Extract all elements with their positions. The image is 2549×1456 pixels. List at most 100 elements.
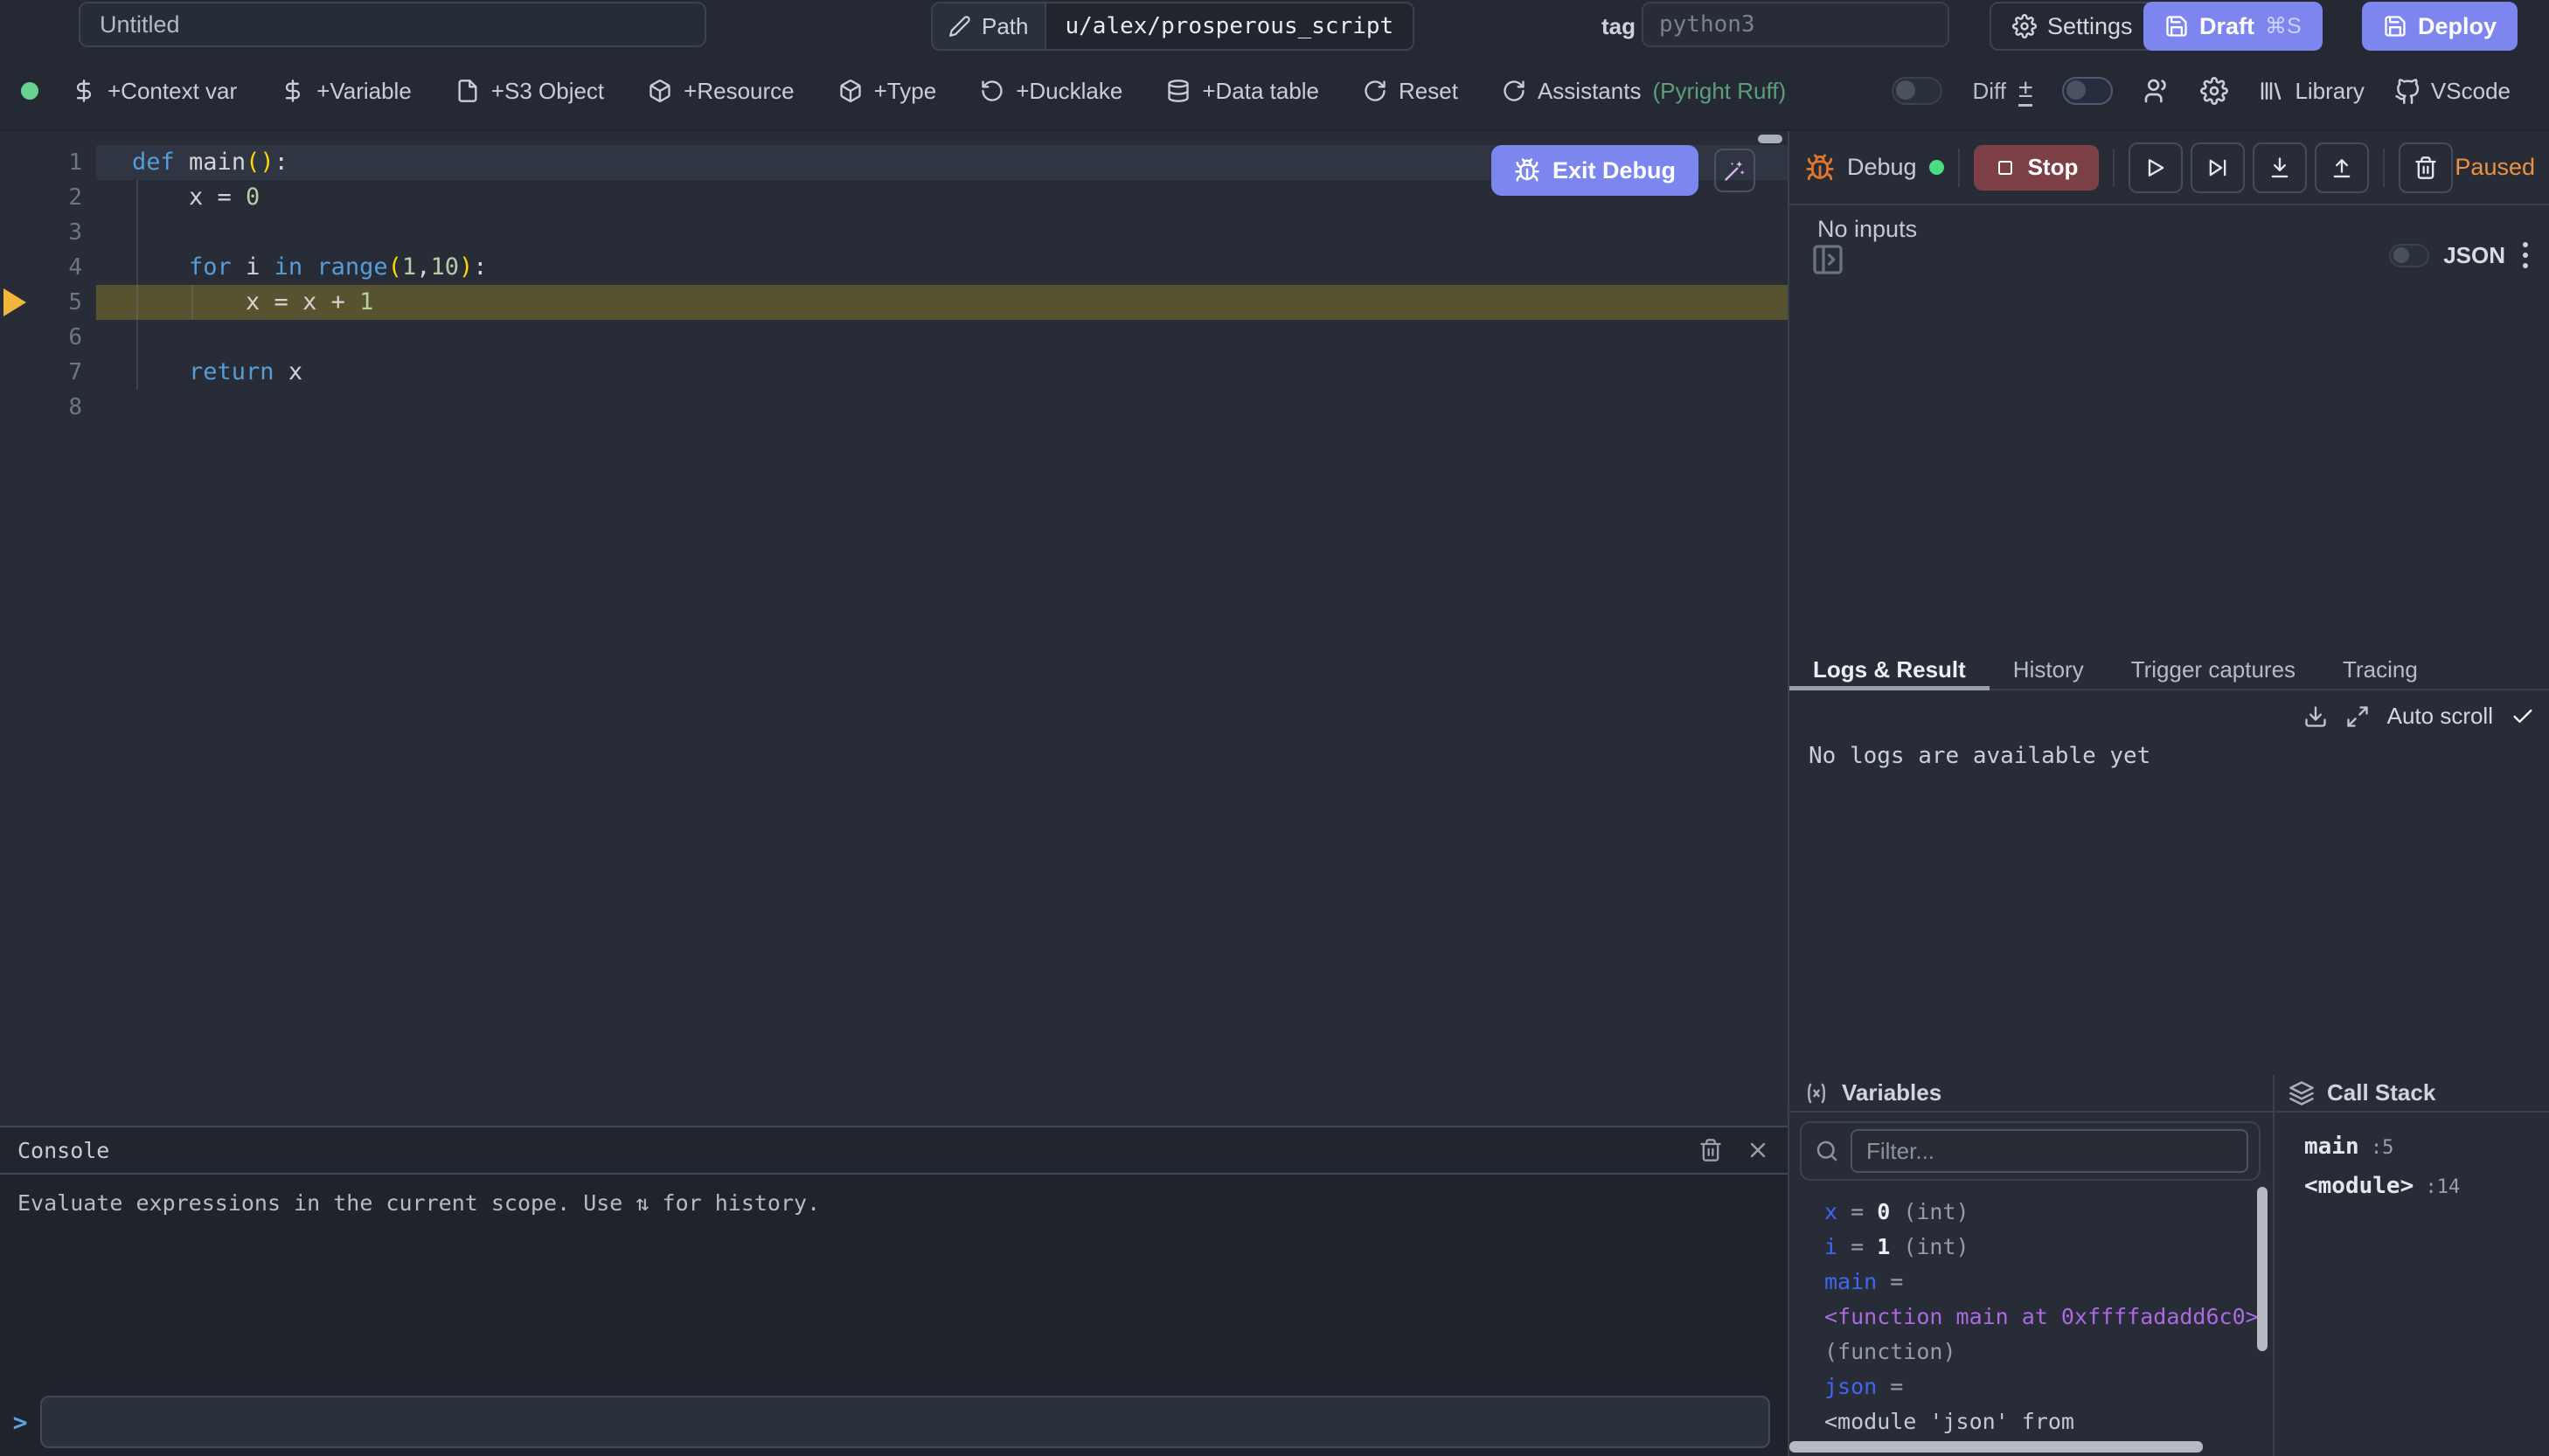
path-value[interactable]: u/alex/prosperous_script xyxy=(1045,3,1413,49)
line-number[interactable]: 2 xyxy=(0,180,82,215)
variable-row[interactable]: <module 'json' from xyxy=(1824,1404,2273,1439)
console-actions xyxy=(1698,1138,1770,1162)
debug-status-dot xyxy=(1929,160,1944,175)
step-into-button[interactable] xyxy=(2253,142,2307,193)
toolbar-item--context-var[interactable]: +Context var xyxy=(72,78,237,105)
line-number[interactable]: 3 xyxy=(0,215,82,250)
users-icon[interactable] xyxy=(2143,77,2170,105)
variable-row[interactable]: x = 0 (int) xyxy=(1824,1195,2273,1230)
code-line-6[interactable]: 6 xyxy=(0,320,1788,355)
toolbar-item--resource[interactable]: +Resource xyxy=(648,78,794,105)
stop-button[interactable]: Stop xyxy=(1974,145,2100,191)
exit-debug-label: Exit Debug xyxy=(1552,157,1676,184)
json-toggle[interactable] xyxy=(2389,244,2429,267)
download-icon[interactable] xyxy=(2303,704,2328,729)
tab-history[interactable]: History xyxy=(1990,651,2108,689)
pencil-icon xyxy=(948,15,971,38)
toolbar-item--type[interactable]: +Type xyxy=(838,78,937,105)
code-line-7[interactable]: 7 return x xyxy=(0,355,1788,390)
panel-collapse-icon[interactable] xyxy=(1810,240,1845,279)
deploy-button[interactable]: Deploy xyxy=(2362,2,2518,51)
toolbar-item--s3-object[interactable]: +S3 Object xyxy=(455,78,604,105)
check-icon[interactable] xyxy=(2511,704,2535,729)
editor-scrollbar[interactable] xyxy=(1758,135,1782,143)
toolbar-item-label: +S3 Object xyxy=(491,78,604,105)
save-icon xyxy=(2164,14,2189,38)
variable-row[interactable]: json = xyxy=(1824,1369,2273,1404)
toolbar-item-label: +Type xyxy=(874,78,937,105)
ai-wand-button[interactable] xyxy=(1714,149,1755,192)
diff-toggle[interactable] xyxy=(1892,77,1942,105)
line-number[interactable]: 4 xyxy=(0,250,82,285)
console-input[interactable] xyxy=(40,1396,1770,1448)
toolbar-item--variable[interactable]: +Variable xyxy=(281,78,412,105)
layers-icon xyxy=(2289,1080,2315,1106)
draft-button[interactable]: Draft ⌘S xyxy=(2143,2,2323,51)
deploy-label: Deploy xyxy=(2418,13,2497,40)
trash-icon xyxy=(2414,156,2438,180)
trash-icon[interactable] xyxy=(1698,1138,1723,1162)
library-button[interactable]: Library xyxy=(2258,78,2364,105)
step-controls xyxy=(2129,142,2369,193)
draft-label: Draft xyxy=(2199,13,2254,40)
line-number[interactable]: 6 xyxy=(0,320,82,355)
refresh-icon xyxy=(1502,79,1526,103)
line-number[interactable]: 5 xyxy=(0,285,82,320)
bug-icon xyxy=(1805,153,1835,183)
continue-button[interactable] xyxy=(2129,142,2183,193)
variable-row[interactable]: i = 1 (int) xyxy=(1824,1230,2273,1265)
tab-tracing[interactable]: Tracing xyxy=(2319,651,2441,689)
result-tabs: Logs & ResultHistoryTrigger capturesTrac… xyxy=(1789,651,2549,690)
assistant-toggle[interactable] xyxy=(2062,77,2113,105)
tab-trigger-captures[interactable]: Trigger captures xyxy=(2108,651,2319,689)
console-title: Console xyxy=(17,1138,109,1163)
logs-toolbar: Auto scroll xyxy=(2303,703,2535,730)
separator xyxy=(1958,149,1960,187)
step-over-button[interactable] xyxy=(2191,142,2245,193)
variable-row[interactable]: main = xyxy=(1824,1265,2273,1300)
expand-icon[interactable] xyxy=(2345,704,2370,729)
tag-input[interactable] xyxy=(1642,2,1949,47)
variable-row[interactable]: (function) xyxy=(1824,1335,2273,1369)
line-number[interactable]: 7 xyxy=(0,355,82,390)
code-line-5[interactable]: 5 x = x + 1 xyxy=(0,285,1788,320)
exit-debug-button[interactable]: Exit Debug xyxy=(1491,145,1698,196)
debug-header-row: Debug Stop xyxy=(1789,131,2549,204)
console-panel: Console Evaluate expressions in the curr… xyxy=(0,1126,1788,1456)
logs-section: Auto scroll No logs are available yet xyxy=(1789,690,2549,1075)
refresh-icon xyxy=(1363,79,1387,103)
kebab-menu-icon[interactable] xyxy=(2519,239,2532,272)
tab-logs-result[interactable]: Logs & Result xyxy=(1789,651,1990,689)
step-out-button[interactable] xyxy=(2315,142,2369,193)
code-line-8[interactable]: 8 xyxy=(0,390,1788,425)
call-stack-frame[interactable]: main :5 xyxy=(2304,1128,2549,1168)
play-icon xyxy=(2143,156,2168,180)
file-icon xyxy=(455,79,480,103)
line-number[interactable]: 1 xyxy=(0,145,82,180)
script-title-input[interactable] xyxy=(79,2,706,47)
toolbar-item-reset[interactable]: Reset xyxy=(1363,78,1458,105)
settings-button[interactable]: Settings xyxy=(1990,2,2156,51)
clear-button[interactable] xyxy=(2399,142,2453,193)
toolbar-item-assistants[interactable]: Assistants(Pyright Ruff) xyxy=(1502,78,1786,105)
variables-hscrollbar[interactable] xyxy=(1789,1441,2203,1453)
variables-filter-input[interactable] xyxy=(1851,1129,2248,1173)
step-out-icon xyxy=(2330,156,2354,180)
plus-minus-icon: ± xyxy=(2018,76,2032,107)
gear-icon[interactable] xyxy=(2200,77,2228,105)
toolbar-item--data-table[interactable]: +Data table xyxy=(1166,78,1319,105)
vscode-button[interactable]: VScode xyxy=(2394,78,2511,105)
code-line-3[interactable]: 3 xyxy=(0,215,1788,250)
variables-vscrollbar[interactable] xyxy=(2257,1187,2268,1351)
code-line-4[interactable]: 4 for i in range(1,10): xyxy=(0,250,1788,285)
toolbar-right: Diff ± Library VScode xyxy=(1892,76,2549,107)
path-group[interactable]: Path u/alex/prosperous_script xyxy=(931,2,1414,51)
toolbar-item--ducklake[interactable]: +Ducklake xyxy=(980,78,1122,105)
toolbar-item-label: +Data table xyxy=(1202,78,1319,105)
diff-label: Diff xyxy=(1972,78,2006,105)
variable-row[interactable]: <function main at 0xffffadadd6c0> xyxy=(1824,1300,2273,1335)
call-stack-frame[interactable]: <module> :14 xyxy=(2304,1168,2549,1207)
line-number[interactable]: 8 xyxy=(0,390,82,425)
close-icon[interactable] xyxy=(1746,1138,1770,1162)
code-editor[interactable]: 1def main():2 x = 034 for i in range(1,1… xyxy=(0,131,1788,1126)
